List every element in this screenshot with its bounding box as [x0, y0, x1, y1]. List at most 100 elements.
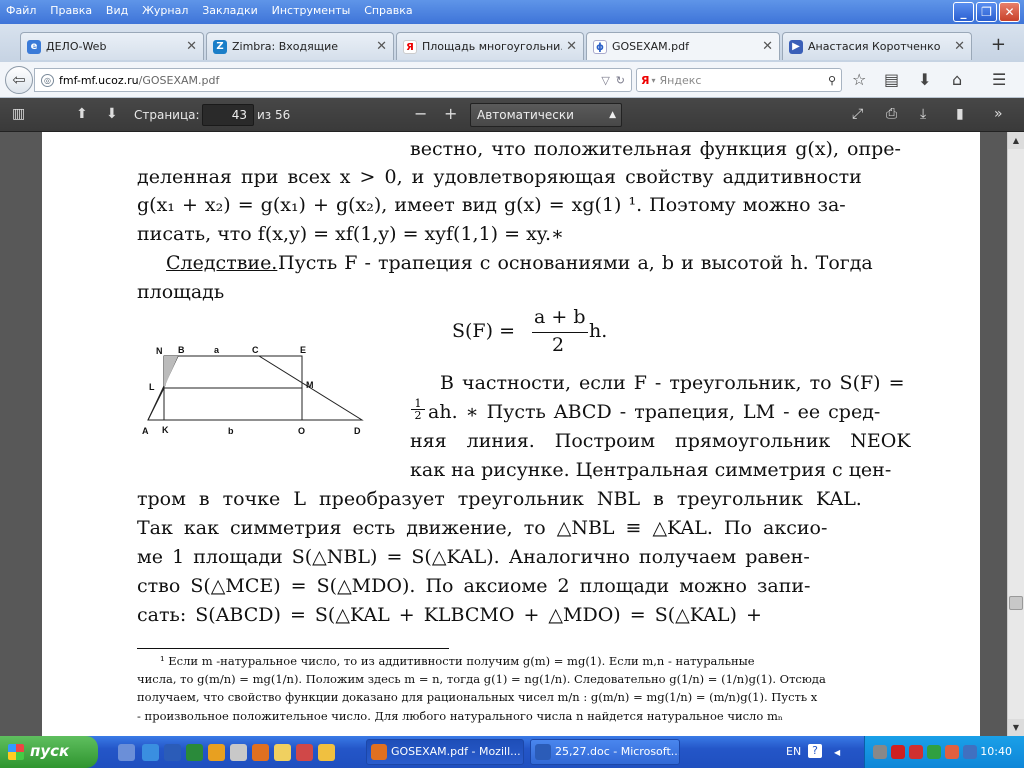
scroll-down-icon[interactable]: ▼	[1008, 719, 1024, 736]
text-line: няя линия. Построим прямоугольник NEOK	[410, 430, 911, 452]
menu-edit[interactable]: Правка	[45, 0, 97, 21]
clock: 10:40	[980, 745, 1012, 758]
next-page-icon[interactable]: ⬇	[106, 106, 118, 122]
tab-delo-web[interactable]: e ДЕЛО-Web ✕	[20, 32, 204, 60]
excel-icon[interactable]	[186, 744, 203, 761]
close-window-button[interactable]: ✕	[999, 2, 1020, 22]
figure-label: D	[354, 426, 361, 436]
sidebar-toggle-icon[interactable]: ▥	[12, 106, 25, 122]
figure-label: K	[162, 425, 169, 435]
new-tab-button[interactable]: +	[991, 34, 1006, 55]
word-icon[interactable]	[164, 744, 181, 761]
text-line: ме 1 площади S(△NBL) = S(△KAL). Аналогич…	[137, 546, 810, 568]
tray-icon[interactable]	[927, 745, 941, 759]
url-path: /GOSEXAM.pdf	[138, 73, 220, 87]
reading-list-icon[interactable]: ▤	[884, 70, 899, 89]
text-line: сать: S(ABCD) = S(△KAL + KLBCMO + △MDO) …	[137, 604, 762, 626]
chevron-left-icon[interactable]: ◀	[834, 748, 840, 757]
menu-help[interactable]: Справка	[359, 0, 417, 21]
antivirus-icon[interactable]	[891, 745, 905, 759]
site-identity-icon[interactable]: ◎	[41, 73, 54, 87]
vertical-scrollbar[interactable]: ▲ ▼	[1007, 132, 1024, 736]
save-icon[interactable]: ⤓	[920, 106, 926, 122]
window-controls: _ ❐ ✕	[953, 2, 1020, 22]
close-tab-icon[interactable]: ✕	[566, 39, 577, 54]
menu-tools[interactable]: Инструменты	[267, 0, 356, 21]
search-bar[interactable]: Я ▾ Яндекс ⚲	[636, 68, 842, 92]
history-dropdown-icon[interactable]: ▽	[601, 74, 609, 87]
menu-hamburger-icon[interactable]: ☰	[992, 70, 1006, 89]
help-icon[interactable]: ?	[808, 744, 822, 758]
folder-icon[interactable]	[274, 744, 291, 761]
figure-label: A	[142, 426, 149, 436]
page-total: из 56	[257, 108, 291, 122]
zimbra-icon: Z	[213, 39, 227, 54]
formula-h: h.	[589, 320, 608, 342]
network-icon[interactable]	[963, 745, 977, 759]
tab-area-polygon[interactable]: Я Площадь многоугольни... ✕	[396, 32, 584, 60]
show-desktop-icon[interactable]	[118, 744, 135, 761]
zoom-in-icon[interactable]: +	[444, 104, 457, 123]
download-icon[interactable]: ⬇	[918, 70, 931, 89]
pdf-viewer[interactable]: вестно, что положительная функция g(x), …	[0, 132, 1024, 736]
url-host: fmf-mf.	[59, 73, 99, 87]
tray-icon[interactable]	[909, 745, 923, 759]
close-tab-icon[interactable]: ✕	[762, 39, 773, 54]
figure-label: B	[178, 346, 185, 355]
zoom-select[interactable]: Автоматически ▲▼	[470, 103, 622, 142]
tools-chevron-icon[interactable]: »	[994, 106, 1003, 122]
page-label: Страница:	[134, 108, 200, 122]
menu-view[interactable]: Вид	[101, 0, 133, 21]
back-button[interactable]: ⇦	[5, 66, 33, 94]
tab-label: Анастасия Коротченко	[808, 40, 941, 53]
flag-icon[interactable]	[945, 745, 959, 759]
scroll-thumb[interactable]	[1009, 596, 1023, 610]
outlook-icon[interactable]	[208, 744, 225, 761]
engine-dropdown-icon[interactable]: ▾	[651, 76, 655, 85]
yandex-icon: Я	[403, 39, 417, 54]
home-icon[interactable]: ⌂	[952, 70, 962, 89]
tab-gosexam-pdf[interactable]: ɸ GOSEXAM.pdf ✕	[586, 32, 780, 60]
navigation-bar: ⇦ ◎ fmf-mf. ucoz.ru/GOSEXAM.pdf ▽ ↻ Я ▾ Я…	[0, 62, 1024, 98]
text-line: ah. ∗ Пусть ABCD - трапеция, LM - ее сре…	[428, 401, 881, 423]
search-engine-icon[interactable]: Я	[641, 74, 649, 87]
half-numerator: 1	[414, 397, 422, 410]
close-tab-icon[interactable]: ✕	[376, 39, 387, 54]
text-line: Так как симметрия есть движение, то △NBL…	[137, 517, 828, 539]
search-icon[interactable]: ⚲	[828, 74, 836, 87]
explorer-icon[interactable]	[230, 744, 247, 761]
url-bar[interactable]: ◎ fmf-mf. ucoz.ru/GOSEXAM.pdf ▽ ↻	[34, 68, 632, 92]
menu-history[interactable]: Журнал	[137, 0, 193, 21]
text-line: тром в точке L преобразует треугольник N…	[137, 488, 862, 510]
reload-icon[interactable]: ↻	[616, 74, 625, 87]
start-button[interactable]: пуск	[0, 736, 98, 768]
tab-zimbra[interactable]: Z Zimbra: Входящие ✕	[206, 32, 394, 60]
zoom-out-icon[interactable]: −	[414, 104, 427, 123]
print-icon[interactable]: ⎙	[886, 106, 897, 122]
bookmark-icon[interactable]: ▮	[956, 106, 964, 122]
tab-label: Площадь многоугольни...	[422, 40, 563, 53]
bookmark-star-icon[interactable]: ☆	[852, 70, 866, 89]
tray-icon[interactable]	[873, 745, 887, 759]
menu-file[interactable]: Файл	[0, 0, 41, 21]
video-icon: ▶	[789, 39, 803, 54]
task-firefox[interactable]: GOSEXAM.pdf - Mozill...	[366, 739, 524, 765]
menu-bookmarks[interactable]: Закладки	[197, 0, 263, 21]
page-number-input[interactable]: 43	[202, 104, 254, 126]
tab-anastasia[interactable]: ▶ Анастасия Коротченко ✕	[782, 32, 972, 60]
fullscreen-icon[interactable]: ⤢	[852, 106, 863, 122]
app-icon[interactable]	[296, 744, 313, 761]
pdf-page: вестно, что положительная функция g(x), …	[42, 132, 980, 736]
ie-icon[interactable]	[142, 744, 159, 761]
restore-button[interactable]: ❐	[976, 2, 997, 22]
task-word[interactable]: 25,27.doc - Microsoft...	[530, 739, 680, 765]
app-icon[interactable]	[318, 744, 335, 761]
language-indicator[interactable]: EN	[786, 745, 801, 758]
system-tray: 10:40	[864, 736, 1024, 768]
firefox-icon[interactable]	[252, 744, 269, 761]
scroll-up-icon[interactable]: ▲	[1008, 132, 1024, 149]
previous-page-icon[interactable]: ⬆	[76, 106, 88, 122]
minimize-button[interactable]: _	[953, 2, 974, 22]
close-tab-icon[interactable]: ✕	[954, 39, 965, 54]
close-tab-icon[interactable]: ✕	[186, 39, 197, 54]
